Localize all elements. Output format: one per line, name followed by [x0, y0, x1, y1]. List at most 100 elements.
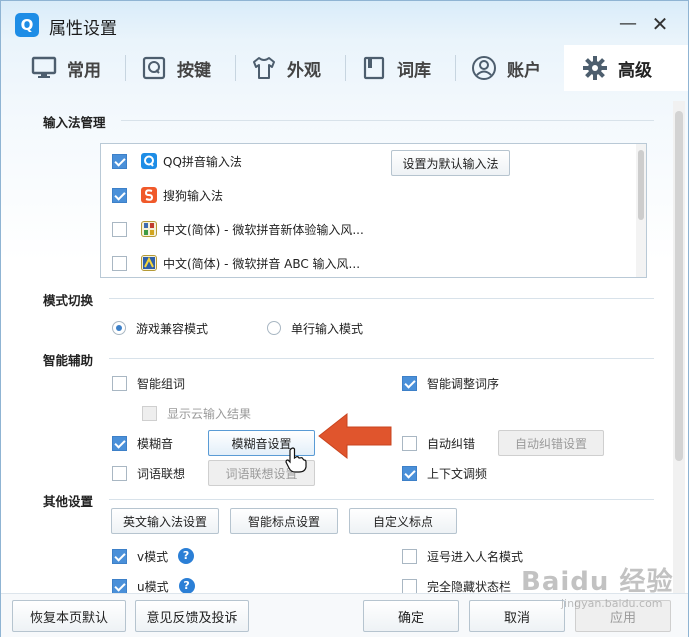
ok-button[interactable]: 确定 [363, 600, 459, 632]
tab-label: 外观 [287, 60, 321, 81]
tab-account[interactable]: 账户 [471, 45, 563, 91]
option-label: 智能调整词序 [427, 376, 500, 391]
option-label: 游戏兼容模式 [136, 321, 209, 336]
smart-punct-settings-button[interactable]: 智能标点设置 [230, 508, 338, 534]
ime-checkbox[interactable] [112, 153, 127, 169]
key-q-icon [141, 55, 167, 81]
radio-button[interactable] [112, 321, 126, 335]
english-ime-settings-button[interactable]: 英文输入法设置 [111, 508, 219, 534]
checkbox[interactable] [112, 578, 127, 594]
tab-dictionary[interactable]: 词库 [361, 45, 461, 91]
restore-defaults-button[interactable]: 恢复本页默认 [12, 600, 126, 632]
hand-cursor-icon [285, 447, 307, 473]
tab-label: 常用 [67, 60, 101, 81]
smart-order-option[interactable]: 智能调整词序 [402, 373, 499, 393]
annotation-arrow-icon [318, 412, 392, 460]
tab-keys[interactable]: 按键 [141, 45, 241, 91]
gear-icon [582, 55, 608, 81]
option-label: v模式 [137, 549, 169, 564]
settings-scrollbar[interactable] [673, 101, 685, 601]
checkbox[interactable] [112, 548, 127, 564]
tab-label: 账户 [507, 60, 541, 81]
checkbox[interactable] [402, 578, 417, 594]
option-label: u模式 [137, 579, 169, 594]
checkbox[interactable] [402, 375, 417, 391]
fuzzy-option[interactable]: 模糊音 [112, 433, 173, 453]
app-logo-icon: Q [15, 13, 39, 37]
option-label: 单行输入模式 [291, 321, 364, 336]
section-title-mode: 模式切换 [43, 293, 94, 308]
autocorrect-option[interactable]: 自动纠错 [402, 433, 475, 453]
section-divider [109, 298, 654, 299]
feedback-button[interactable]: 意见反馈及投诉 [135, 600, 249, 632]
ime-checkbox[interactable] [112, 221, 127, 237]
autocorrect-settings-button: 自动纠错设置 [498, 430, 604, 456]
checkbox[interactable] [402, 465, 417, 481]
option-label: 完全隐藏状态栏 [427, 579, 512, 594]
tab-label: 高级 [618, 60, 652, 81]
section-divider [121, 120, 654, 121]
checkbox[interactable] [112, 375, 127, 391]
tab-advanced[interactable]: 高级 [564, 45, 688, 91]
help-icon[interactable]: ? [178, 548, 195, 564]
checkbox[interactable] [402, 548, 417, 564]
close-button[interactable]: ✕ [647, 11, 673, 37]
watermark-subtext: jingyan.baidu.com [561, 597, 663, 610]
settings-window: Q 属性设置 — ✕ 常用 按键 外观 词库 账户 高级 输入法管理 QQ拼音输… [0, 0, 689, 637]
comma-names-option[interactable]: 逗号进入人名模式 [402, 546, 523, 566]
custom-punct-button[interactable]: 自定义标点 [349, 508, 457, 534]
book-icon [361, 55, 387, 81]
watermark-text: Baidu 经验 [521, 567, 674, 597]
tab-common[interactable]: 常用 [31, 45, 131, 91]
scroll-thumb[interactable] [638, 150, 644, 220]
single-line-mode-radio[interactable]: 单行输入模式 [267, 318, 363, 338]
tab-divider [125, 55, 126, 81]
checkbox[interactable] [112, 435, 127, 451]
ms-pinyin-icon [141, 221, 157, 237]
tab-divider [345, 55, 346, 81]
section-title-other: 其他设置 [43, 494, 94, 509]
ime-checkbox[interactable] [112, 255, 127, 271]
checkbox[interactable] [402, 435, 417, 451]
monitor-icon [31, 55, 57, 81]
ime-list[interactable]: QQ拼音输入法 搜狗输入法 中文(简体) - 微软拼音新体验输入风... 中文(… [100, 143, 647, 278]
ime-label: 中文(简体) - 微软拼音新体验输入风... [163, 222, 364, 237]
list-item[interactable]: 搜狗输入法 [101, 178, 631, 212]
list-item[interactable]: 中文(简体) - 微软拼音 ABC 输入风... [101, 246, 631, 280]
tab-appearance[interactable]: 外观 [251, 45, 351, 91]
ms-abc-icon [141, 255, 157, 271]
sogou-icon [141, 187, 157, 203]
tab-label: 词库 [397, 60, 431, 81]
tab-divider [455, 55, 456, 81]
list-item[interactable]: 中文(简体) - 微软拼音新体验输入风... [101, 212, 631, 246]
checkbox[interactable] [112, 465, 127, 481]
option-label: 词语联想 [137, 466, 186, 481]
context-option[interactable]: 上下文调频 [402, 463, 487, 483]
section-divider [109, 358, 654, 359]
tab-bar: 常用 按键 外观 词库 账户 高级 [1, 45, 688, 91]
ime-checkbox[interactable] [112, 187, 127, 203]
cancel-button[interactable]: 取消 [469, 600, 565, 632]
tab-label: 按键 [177, 60, 211, 81]
checkbox [142, 405, 157, 421]
option-label: 上下文调频 [427, 466, 488, 481]
section-divider [109, 499, 654, 500]
v-mode-option[interactable]: v模式 ? [112, 546, 195, 566]
radio-button[interactable] [267, 321, 281, 335]
help-icon[interactable]: ? [178, 578, 195, 594]
option-label: 智能组词 [137, 376, 186, 391]
scroll-thumb[interactable] [675, 111, 683, 461]
smart-group-option[interactable]: 智能组词 [112, 373, 185, 393]
option-label: 模糊音 [137, 436, 174, 451]
list-item[interactable]: QQ拼音输入法 [101, 144, 631, 178]
settings-content: 输入法管理 QQ拼音输入法 搜狗输入法 中文(简体) - 微软拼音新体验输入风.… [1, 91, 688, 596]
option-label: 自动纠错 [427, 436, 476, 451]
shirt-icon [251, 55, 277, 81]
association-option[interactable]: 词语联想 [112, 463, 185, 483]
minimize-button[interactable]: — [615, 11, 641, 37]
game-mode-radio[interactable]: 游戏兼容模式 [112, 318, 208, 338]
set-default-ime-button[interactable]: 设置为默认输入法 [391, 150, 510, 176]
title-bar: Q 属性设置 — ✕ [1, 1, 688, 45]
ime-list-scrollbar[interactable] [636, 144, 646, 277]
user-icon [471, 55, 497, 81]
